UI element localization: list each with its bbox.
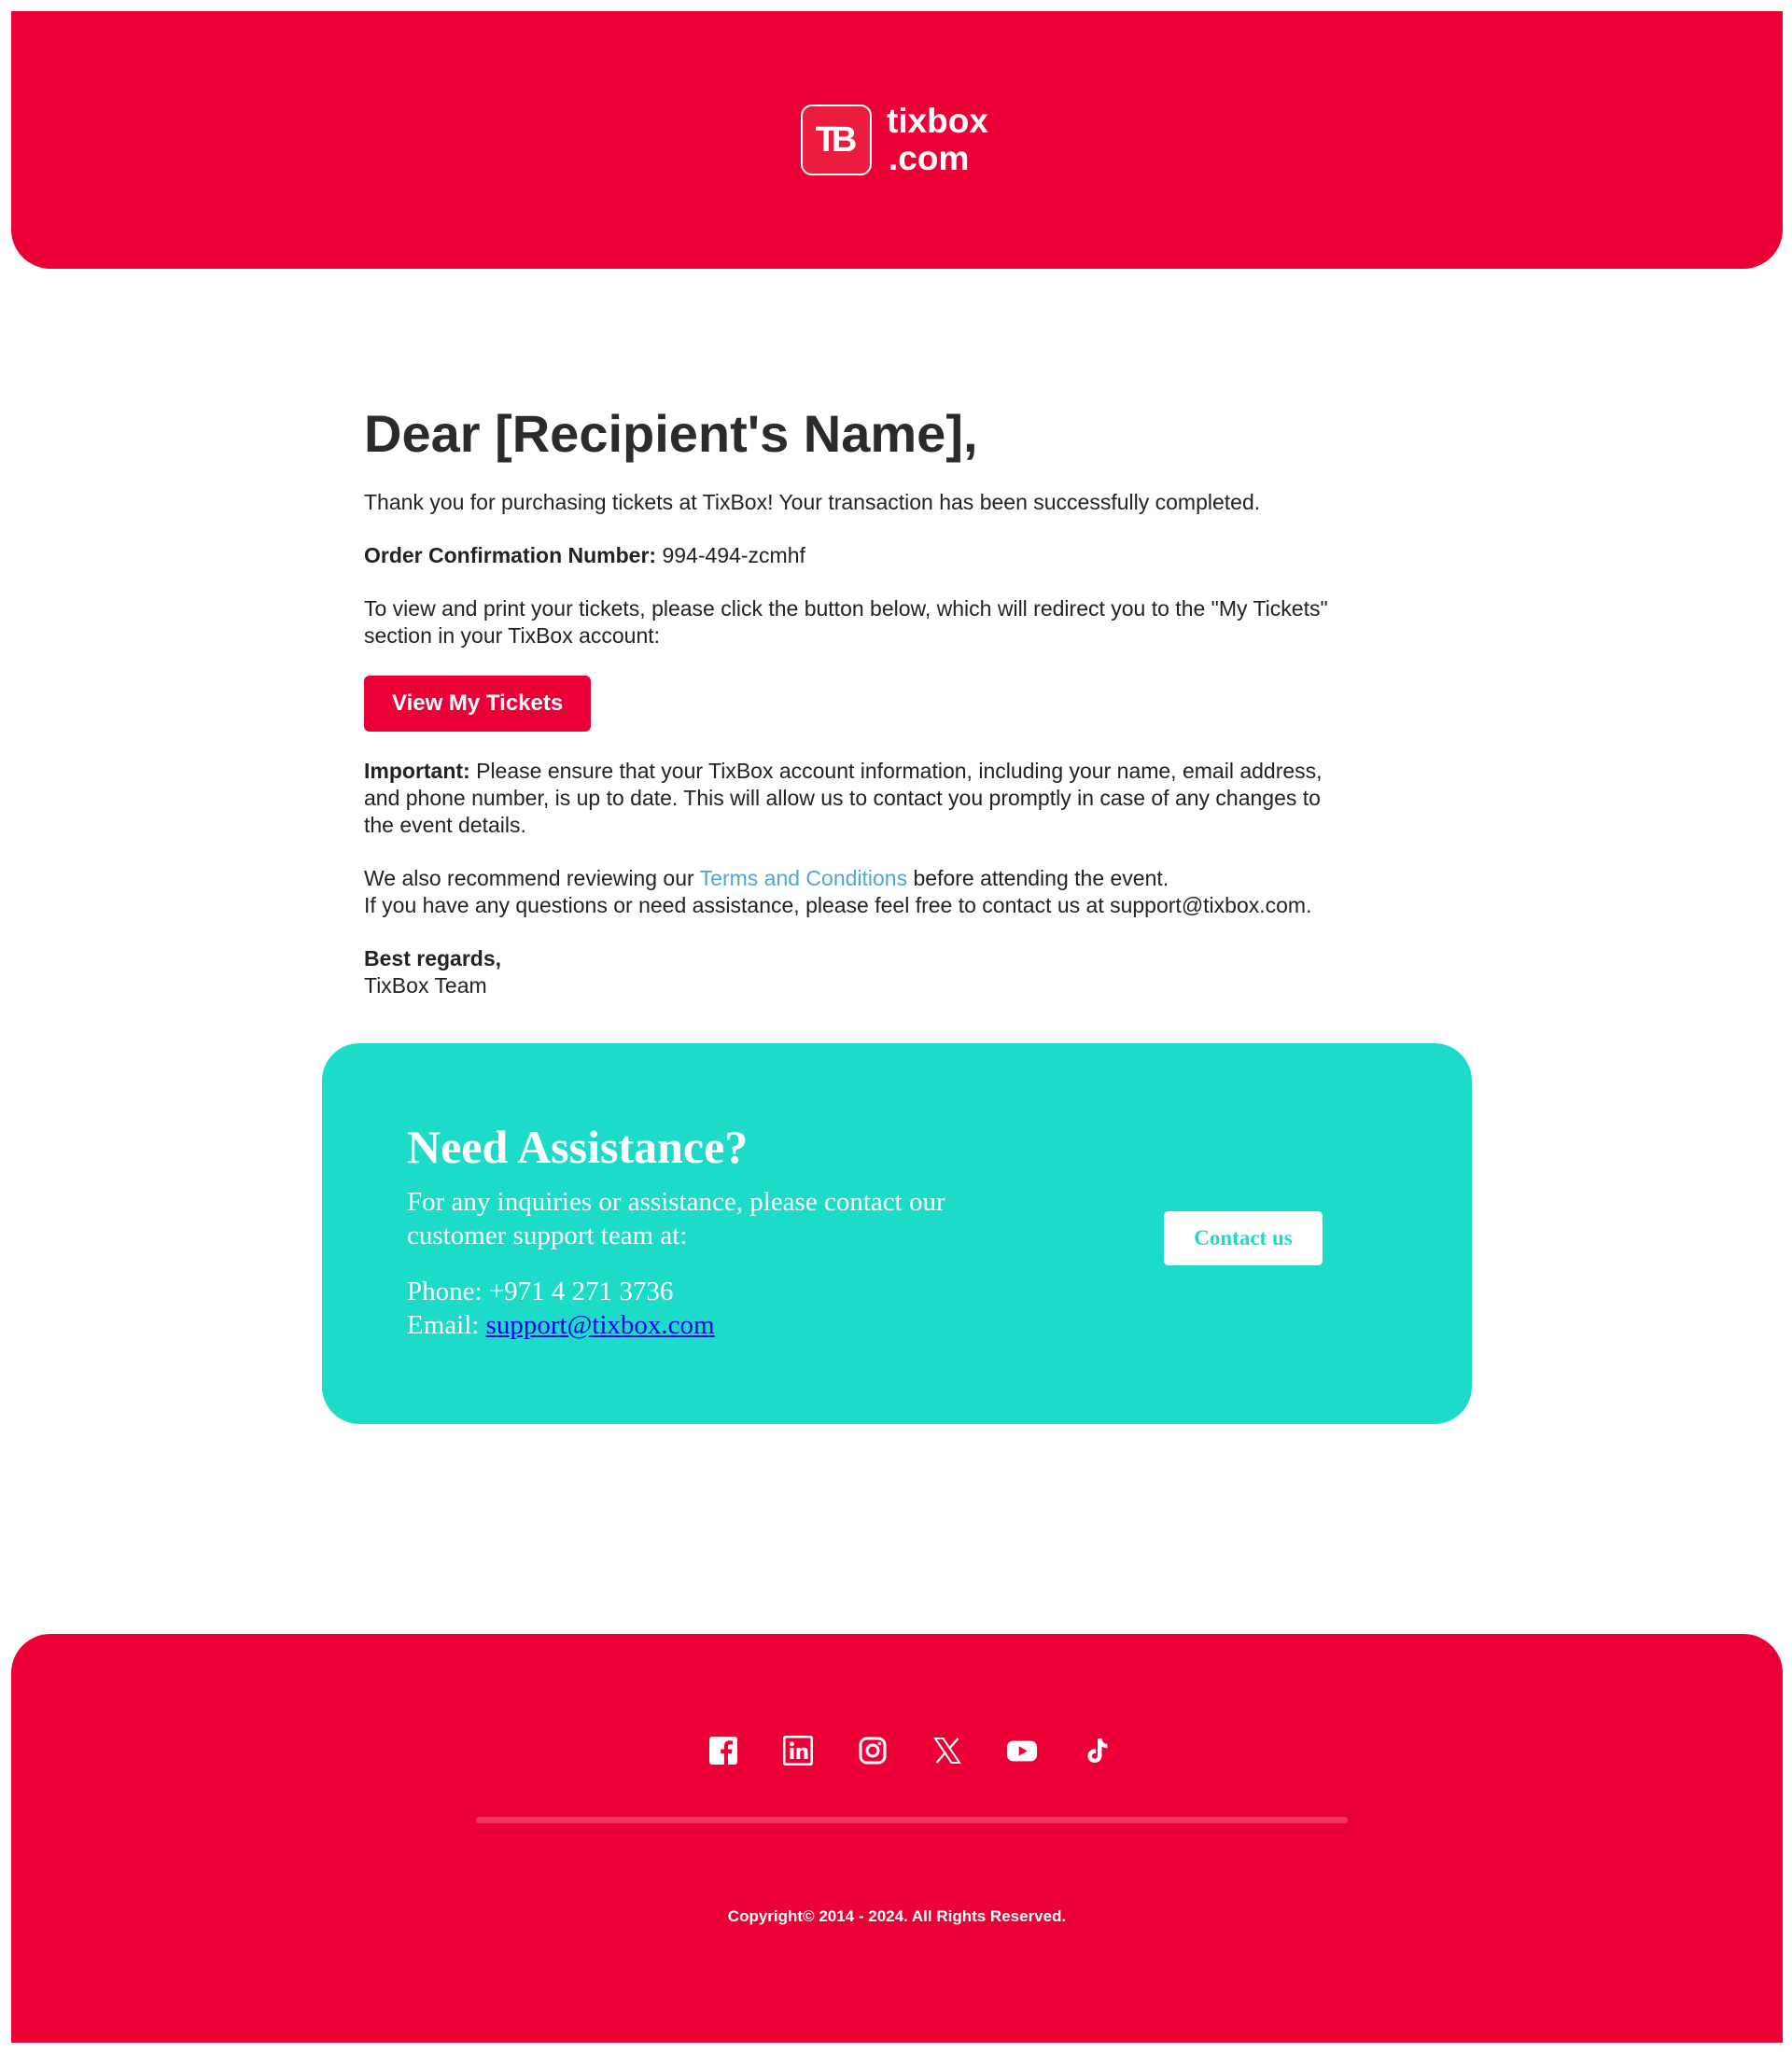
instagram-icon[interactable] xyxy=(857,1735,889,1766)
logo-mark-text: TB xyxy=(815,119,858,160)
signature: Best regards, TixBox Team xyxy=(364,945,1353,999)
order-number: 994-494-zcmhf xyxy=(662,543,805,567)
logo-mark: TB xyxy=(801,105,872,175)
regards-text: Best regards, xyxy=(364,946,502,970)
assistance-text: For any inquiries or assistance, please … xyxy=(407,1187,945,1250)
important-paragraph: Important: Please ensure that your TixBo… xyxy=(364,758,1353,839)
social-links xyxy=(707,1735,1113,1766)
view-my-tickets-button[interactable]: View My Tickets xyxy=(364,676,592,732)
terms-link[interactable]: Terms and Conditions xyxy=(700,866,907,890)
email-header: TB tixbox .com xyxy=(11,11,1783,269)
logo-line-2: .com xyxy=(889,139,970,177)
logo-wordmark: tixbox .com xyxy=(887,103,988,177)
assistance-card: Need Assistance? For any inquiries or as… xyxy=(322,1043,1472,1424)
footer-divider xyxy=(476,1817,1348,1823)
support-phone: Phone: +971 4 271 3736 xyxy=(407,1277,674,1306)
support-email-label: Email: xyxy=(407,1310,480,1340)
tiktok-icon[interactable] xyxy=(1081,1735,1113,1766)
letter-body: Dear [Recipient's Name], Thank you for p… xyxy=(364,401,1353,999)
email-footer: Copyright© 2014 - 2024. All Rights Reser… xyxy=(11,1634,1783,2043)
tixbox-logo[interactable]: TB tixbox .com xyxy=(801,103,988,177)
recommend-before: We also recommend reviewing our xyxy=(364,866,694,890)
youtube-icon[interactable] xyxy=(1006,1735,1038,1766)
recommend-paragraph: We also recommend reviewing our Terms an… xyxy=(364,865,1353,919)
order-confirmation: Order Confirmation Number: 994-494-zcmhf xyxy=(364,542,1353,569)
assistance-body: For any inquiries or assistance, please … xyxy=(407,1185,986,1364)
assistance-contact-info: Phone: +971 4 271 3736 Email: support@ti… xyxy=(407,1275,986,1342)
greeting-heading: Dear [Recipient's Name], xyxy=(364,404,978,463)
thanks-paragraph: Thank you for purchasing tickets at TixB… xyxy=(364,490,1261,514)
questions-text: If you have any questions or need assist… xyxy=(364,893,1312,917)
recommend-after: before attending the event. xyxy=(913,866,1169,890)
linkedin-icon[interactable] xyxy=(782,1735,814,1766)
important-label: Important: xyxy=(364,759,470,783)
view-instructions: To view and print your tickets, please c… xyxy=(364,596,1328,648)
x-icon[interactable] xyxy=(931,1735,963,1766)
assistance-title: Need Assistance? xyxy=(407,1121,749,1173)
team-name: TixBox Team xyxy=(364,973,487,998)
order-label: Order Confirmation Number: xyxy=(364,543,657,567)
facebook-icon[interactable] xyxy=(707,1735,739,1766)
important-text: Please ensure that your TixBox account i… xyxy=(364,759,1323,837)
support-email-link[interactable]: support@tixbox.com xyxy=(486,1310,715,1340)
logo-line-1: tixbox xyxy=(887,102,988,140)
contact-us-button[interactable]: Contact us xyxy=(1164,1211,1323,1265)
copyright-text: Copyright© 2014 - 2024. All Rights Reser… xyxy=(727,1907,1067,1925)
